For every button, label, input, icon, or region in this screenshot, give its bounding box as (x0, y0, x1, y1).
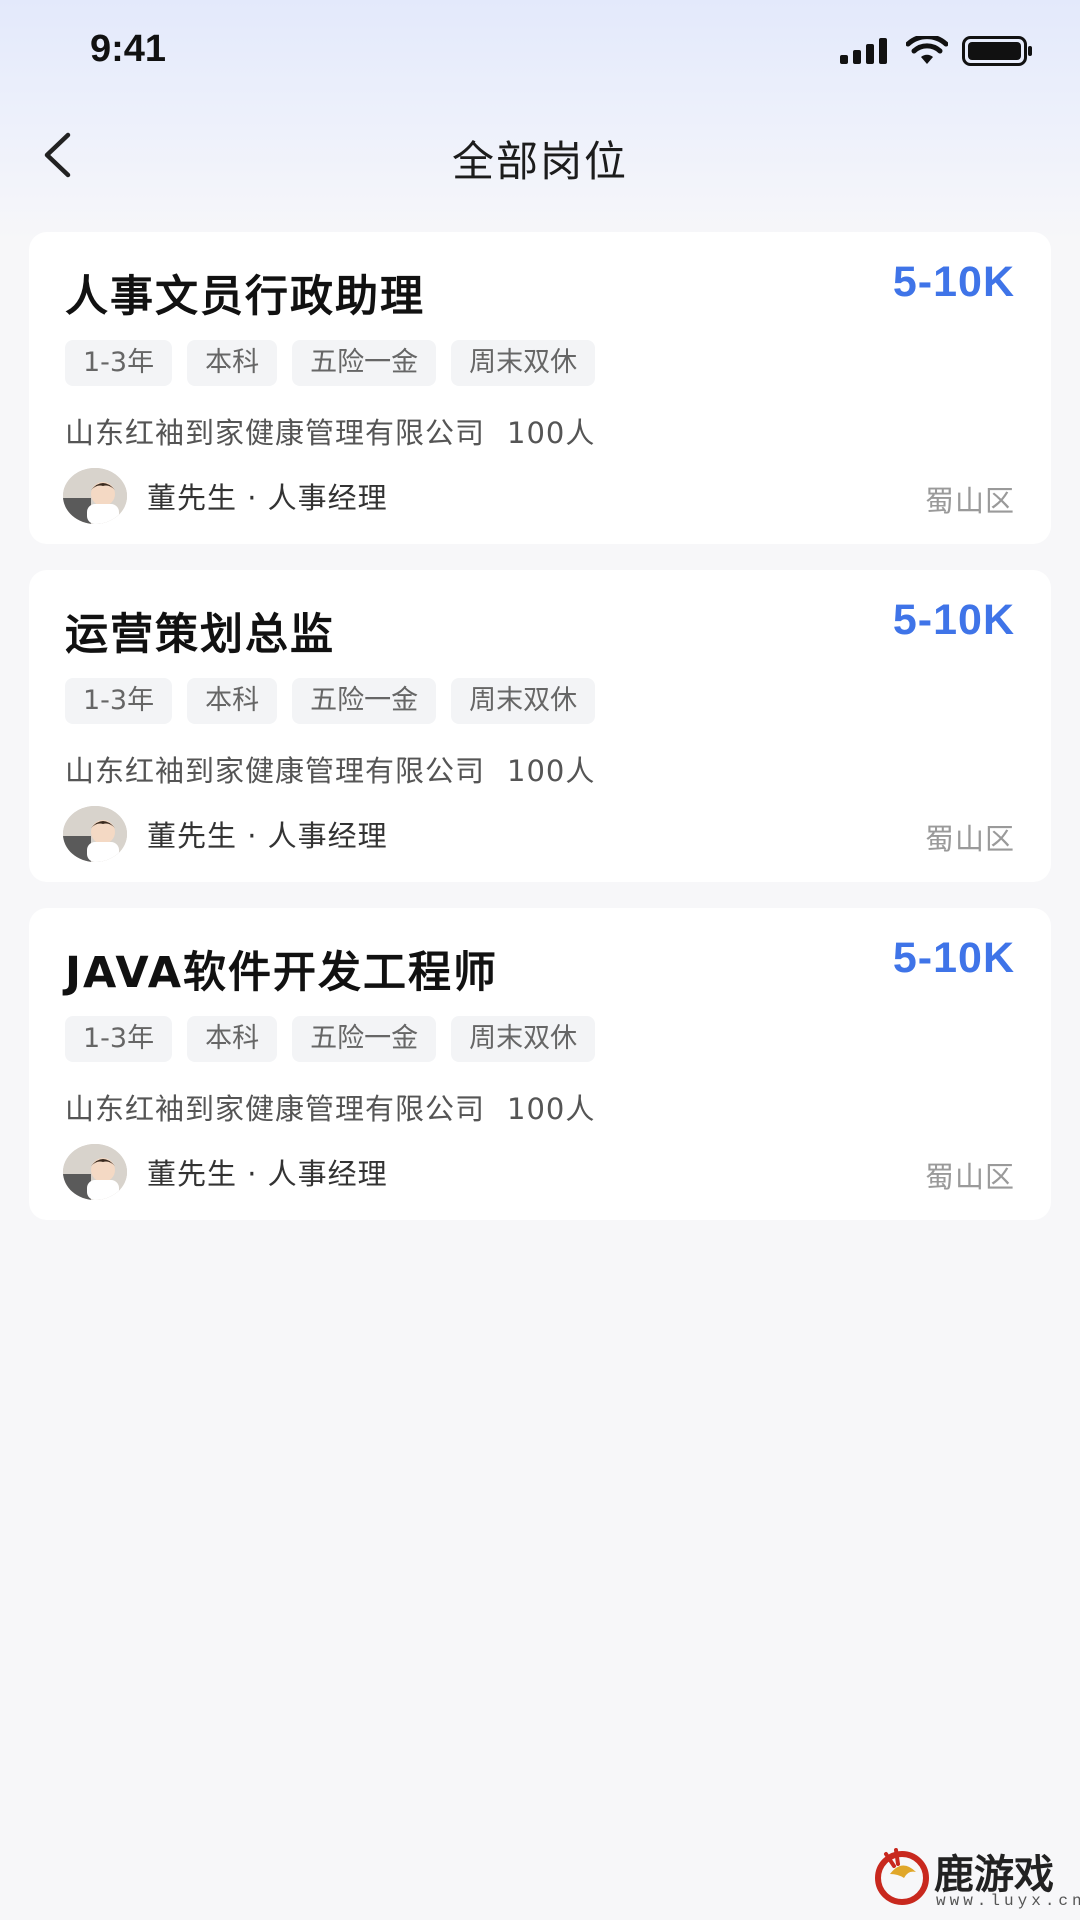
signal-icon (840, 38, 887, 64)
tag-education: 本科 (187, 678, 278, 724)
tag-weekend: 周末双休 (451, 340, 596, 386)
tag-row: 1-3年 本科 五险一金 周末双休 (65, 340, 596, 386)
wifi-icon (906, 36, 948, 64)
job-card[interactable]: JAVA软件开发工程师 5-10K 1-3年 本科 五险一金 周末双休 山东红袖… (29, 908, 1051, 1220)
job-card[interactable]: 人事文员行政助理 5-10K 1-3年 本科 五险一金 周末双休 山东红袖到家健… (29, 232, 1051, 544)
recruiter-row: 董先生 · 人事经理 (63, 806, 388, 862)
avatar (63, 806, 127, 862)
deer-logo-icon (875, 1848, 929, 1905)
recruiter-name: 董先生 · 人事经理 (147, 1157, 388, 1191)
company-info: 山东红袖到家健康管理有限公司 100人 (65, 410, 595, 452)
nav-bar: 全部岗位 (0, 110, 1080, 200)
company-size: 100人 (507, 1092, 596, 1126)
tag-experience: 1-3年 (65, 678, 173, 724)
recruiter-row: 董先生 · 人事经理 (63, 1144, 388, 1200)
company-info: 山东红袖到家健康管理有限公司 100人 (65, 748, 595, 790)
tag-education: 本科 (187, 1016, 278, 1062)
avatar-illustration (63, 806, 127, 862)
tag-weekend: 周末双休 (451, 1016, 596, 1062)
job-salary: 5-10K (892, 258, 1015, 306)
tag-row: 1-3年 本科 五险一金 周末双休 (65, 1016, 596, 1062)
company-size: 100人 (507, 754, 596, 788)
status-bar: 9:41 (0, 0, 1080, 100)
district: 蜀山区 (924, 822, 1015, 856)
battery-icon (962, 36, 1032, 66)
tag-weekend: 周末双休 (451, 678, 596, 724)
company-name: 山东红袖到家健康管理有限公司 (65, 1092, 486, 1126)
watermark-url: www.luyx.cn (936, 1892, 1080, 1910)
company-name: 山东红袖到家健康管理有限公司 (65, 416, 486, 450)
job-salary: 5-10K (892, 596, 1015, 644)
avatar (63, 1144, 127, 1200)
job-title: 人事文员行政助理 (65, 272, 425, 322)
page-title: 全部岗位 (451, 137, 628, 186)
job-salary: 5-10K (892, 934, 1015, 982)
district: 蜀山区 (924, 1160, 1015, 1194)
tag-row: 1-3年 本科 五险一金 周末双休 (65, 678, 596, 724)
tag-insurance: 五险一金 (292, 678, 437, 724)
tag-insurance: 五险一金 (292, 1016, 437, 1062)
status-time: 9:41 (90, 28, 167, 70)
recruiter-name: 董先生 · 人事经理 (147, 819, 388, 853)
tag-experience: 1-3年 (65, 340, 173, 386)
tag-insurance: 五险一金 (292, 340, 437, 386)
job-title: JAVA软件开发工程师 (65, 948, 498, 998)
watermark: 鹿游戏 www.luyx.cn (872, 1842, 1080, 1912)
job-card[interactable]: 运营策划总监 5-10K 1-3年 本科 五险一金 周末双休 山东红袖到家健康管… (29, 570, 1051, 882)
avatar-illustration (63, 1144, 127, 1200)
company-name: 山东红袖到家健康管理有限公司 (65, 754, 486, 788)
status-icons (840, 36, 1034, 66)
tag-education: 本科 (187, 340, 278, 386)
district: 蜀山区 (924, 484, 1015, 518)
avatar-illustration (63, 468, 127, 524)
company-info: 山东红袖到家健康管理有限公司 100人 (65, 1086, 595, 1128)
tag-experience: 1-3年 (65, 1016, 173, 1062)
recruiter-row: 董先生 · 人事经理 (63, 468, 388, 524)
job-list: 人事文员行政助理 5-10K 1-3年 本科 五险一金 周末双休 山东红袖到家健… (29, 232, 1051, 1246)
recruiter-name: 董先生 · 人事经理 (147, 481, 388, 515)
avatar (63, 468, 127, 524)
company-size: 100人 (507, 416, 596, 450)
job-title: 运营策划总监 (65, 610, 335, 660)
